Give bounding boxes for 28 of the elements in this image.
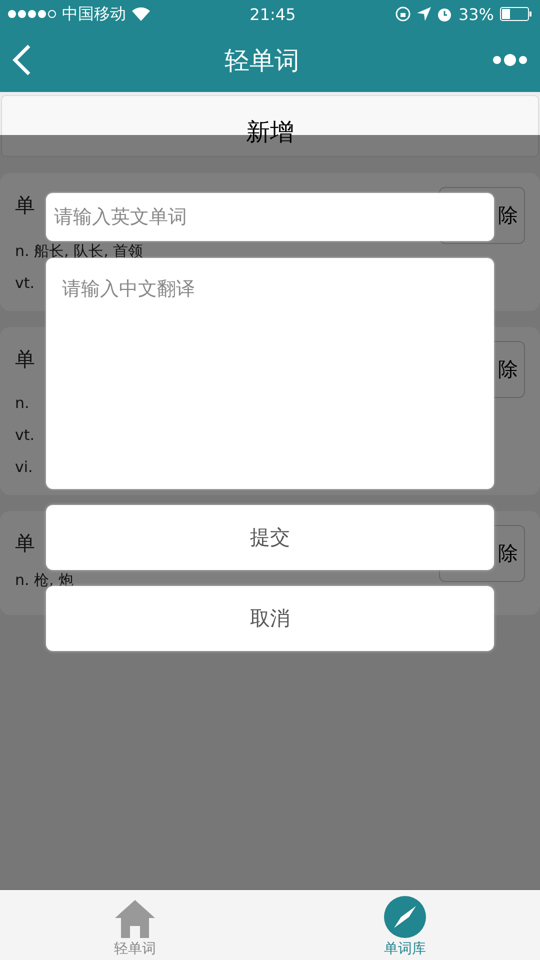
word-label: 单 [15,192,35,219]
word-label: 单 [15,530,35,557]
carrier-name: 中国移动 [62,4,126,24]
clock-time: 21:45 [250,4,296,24]
back-icon[interactable] [12,44,32,76]
more-icon[interactable] [492,52,528,68]
home-icon [113,898,157,938]
definition-line: vi. [15,459,33,475]
rotation-lock-icon [395,6,412,22]
word-input-field[interactable]: 请输入英文单词 [46,193,494,241]
battery-percent: 33% [458,4,494,24]
word-label: 单 [15,346,35,373]
page-title: 轻单词 [224,44,300,76]
cancel-button[interactable]: 取消 [46,586,494,651]
definition-line: n. 船长, 队长, 首领 [15,243,144,259]
alarm-icon [437,6,452,22]
translation-input-field[interactable]: 请输入中文翻译 [46,258,494,489]
definition-line: n. [15,395,30,411]
wifi-icon [132,7,150,21]
add-button[interactable]: 新增 [1,95,539,157]
submit-button[interactable]: 提交 [46,505,494,570]
location-arrow-icon [417,7,432,21]
definition-line: vt. [15,275,35,291]
signal-icon [8,10,56,18]
compass-icon [384,896,426,938]
definition-line: vt. [15,427,35,443]
tab-item[interactable]: 单词库 [270,890,540,960]
battery-icon [500,7,532,21]
